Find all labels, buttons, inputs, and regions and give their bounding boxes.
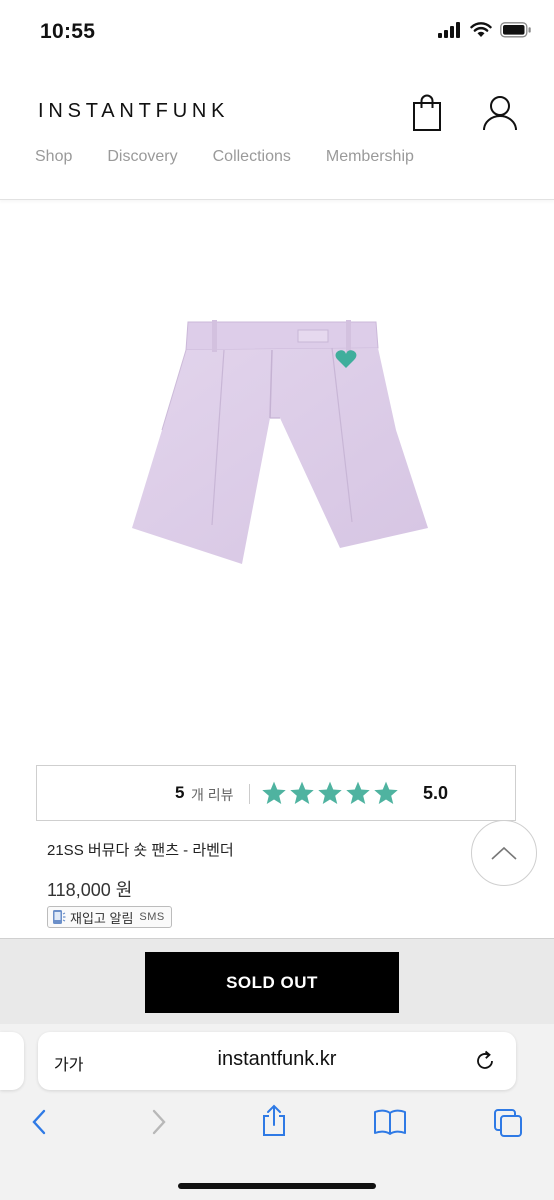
star-icon: [290, 781, 314, 805]
restock-sms-label: SMS: [139, 911, 165, 923]
back-icon[interactable]: [30, 1108, 48, 1136]
user-account-icon[interactable]: [482, 94, 518, 132]
review-count: 5: [175, 783, 185, 802]
nav-item-shop[interactable]: Shop: [35, 148, 72, 166]
product-name: 21SS 버뮤다 숏 팬츠 - 라벤더: [47, 842, 234, 859]
url-text[interactable]: instantfunk.kr: [38, 1048, 516, 1071]
browser-toolbar: [0, 1104, 554, 1148]
divider: [249, 784, 250, 804]
product-image: [132, 320, 428, 564]
star-icon: [346, 781, 370, 805]
restock-label: 재입고 알림: [70, 910, 134, 926]
nav-item-collections[interactable]: Collections: [213, 148, 291, 166]
battery-icon: [500, 22, 531, 38]
site-header: INSTANTFUNK Shop Discovery Collections M…: [0, 66, 554, 200]
scroll-to-top-button[interactable]: [471, 820, 537, 886]
cellular-signal-icon: [438, 22, 460, 38]
site-logo[interactable]: INSTANTFUNK: [38, 100, 229, 123]
address-bar[interactable]: 가가 instantfunk.kr: [38, 1032, 516, 1090]
tabs-icon[interactable]: [493, 1108, 525, 1138]
sold-out-button[interactable]: SOLD OUT: [145, 952, 399, 1013]
nav-item-membership[interactable]: Membership: [326, 148, 414, 166]
review-label: 개 리뷰: [191, 787, 234, 803]
phone-alert-icon: [53, 910, 66, 924]
star-icon: [318, 781, 342, 805]
star-rating: [261, 780, 399, 806]
forward-icon[interactable]: [150, 1108, 168, 1136]
wifi-icon: [470, 22, 492, 37]
browser-bottom-bar: 가가 instantfunk.kr: [0, 1024, 554, 1200]
status-bar: 10:55: [0, 0, 554, 66]
main-nav: Shop Discovery Collections Membership: [35, 148, 449, 166]
star-icon: [262, 781, 286, 805]
reload-icon[interactable]: [474, 1050, 496, 1072]
product-price: 118,000 원: [47, 880, 133, 900]
status-time: 10:55: [40, 20, 96, 43]
shopping-bag-icon[interactable]: [412, 94, 442, 132]
home-indicator: [178, 1183, 376, 1189]
purchase-bar: SOLD OUT: [0, 938, 554, 1025]
previous-tab-preview[interactable]: [0, 1032, 24, 1090]
bookmarks-icon[interactable]: [373, 1108, 407, 1136]
status-icons: [438, 22, 532, 38]
nav-item-discovery[interactable]: Discovery: [107, 148, 177, 166]
review-summary[interactable]: 5 개 리뷰 5.0: [36, 765, 516, 821]
chevron-up-icon: [491, 846, 517, 860]
share-icon[interactable]: [260, 1104, 288, 1138]
restock-alert-button[interactable]: 재입고 알림 SMS: [47, 906, 172, 928]
star-icon: [374, 781, 398, 805]
rating-value: 5.0: [423, 783, 449, 803]
